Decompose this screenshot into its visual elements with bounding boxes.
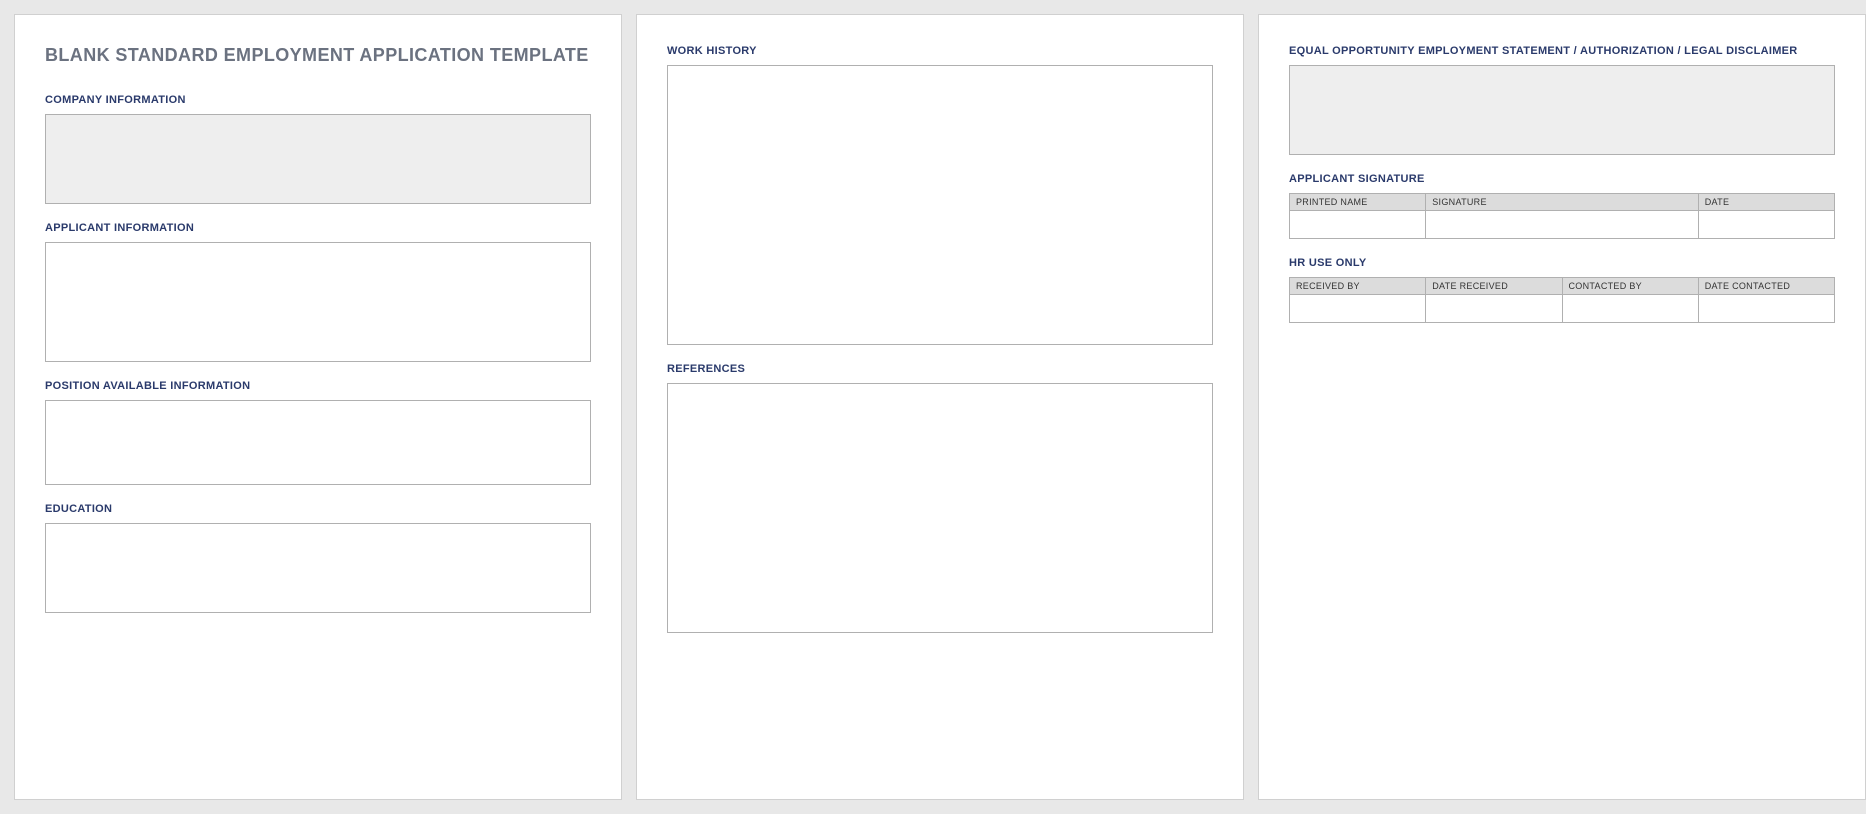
cell-contacted-by[interactable]	[1562, 295, 1698, 323]
th-date: DATE	[1698, 194, 1834, 211]
th-date-received: DATE RECEIVED	[1426, 278, 1562, 295]
field-company-info[interactable]	[45, 114, 591, 204]
th-date-contacted: DATE CONTACTED	[1698, 278, 1834, 295]
label-work-history: WORK HISTORY	[667, 45, 1213, 57]
cell-received-by[interactable]	[1290, 295, 1426, 323]
cell-date-contacted[interactable]	[1698, 295, 1834, 323]
th-received-by: RECEIVED BY	[1290, 278, 1426, 295]
label-education: EDUCATION	[45, 503, 591, 515]
field-applicant-info[interactable]	[45, 242, 591, 362]
label-applicant-signature: APPLICANT SIGNATURE	[1289, 173, 1835, 185]
label-position-info: POSITION AVAILABLE INFORMATION	[45, 380, 591, 392]
page-1: BLANK STANDARD EMPLOYMENT APPLICATION TE…	[14, 14, 622, 800]
document-title: BLANK STANDARD EMPLOYMENT APPLICATION TE…	[45, 45, 591, 66]
page-3: EQUAL OPPORTUNITY EMPLOYMENT STATEMENT /…	[1258, 14, 1866, 800]
cell-date-received[interactable]	[1426, 295, 1562, 323]
label-references: REFERENCES	[667, 363, 1213, 375]
field-references[interactable]	[667, 383, 1213, 633]
label-legal-disclaimer: EQUAL OPPORTUNITY EMPLOYMENT STATEMENT /…	[1289, 45, 1835, 57]
th-printed-name: PRINTED NAME	[1290, 194, 1426, 211]
table-hr: RECEIVED BY DATE RECEIVED CONTACTED BY D…	[1289, 277, 1835, 323]
cell-printed-name[interactable]	[1290, 211, 1426, 239]
page-2: WORK HISTORY REFERENCES	[636, 14, 1244, 800]
label-hr-use-only: HR USE ONLY	[1289, 257, 1835, 269]
table-row	[1290, 211, 1835, 239]
label-applicant-info: APPLICANT INFORMATION	[45, 222, 591, 234]
field-position-info[interactable]	[45, 400, 591, 485]
field-work-history[interactable]	[667, 65, 1213, 345]
field-legal-disclaimer[interactable]	[1289, 65, 1835, 155]
table-row	[1290, 295, 1835, 323]
th-signature: SIGNATURE	[1426, 194, 1699, 211]
table-signature: PRINTED NAME SIGNATURE DATE	[1289, 193, 1835, 239]
cell-date[interactable]	[1698, 211, 1834, 239]
label-company-info: COMPANY INFORMATION	[45, 94, 591, 106]
field-education[interactable]	[45, 523, 591, 613]
th-contacted-by: CONTACTED BY	[1562, 278, 1698, 295]
cell-signature[interactable]	[1426, 211, 1699, 239]
